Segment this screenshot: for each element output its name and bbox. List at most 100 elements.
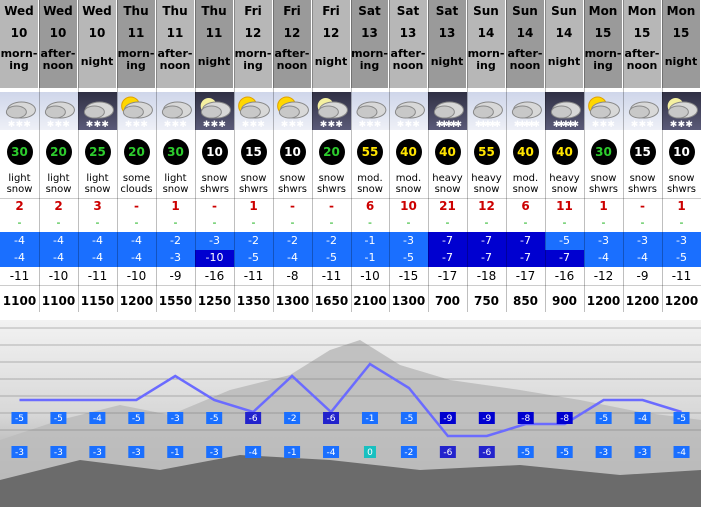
weather-summary: snow shwrs: [623, 170, 662, 198]
moon-snow-icon: ✱ ✱ ✱: [312, 92, 351, 130]
freezing-level-cell: 700: [428, 285, 467, 317]
column-divider: [623, 0, 624, 312]
max-temp-cell: -4: [117, 232, 156, 250]
date-label: 15: [594, 26, 612, 40]
svg-text:✱: ✱: [133, 120, 141, 130]
wind-chill-cell: -10: [126, 269, 147, 283]
wind-speed-badge: 30: [162, 139, 189, 165]
header-tod-cell: morn-ing: [351, 42, 389, 88]
svg-text:✱: ✱: [335, 120, 343, 130]
svg-text:✱: ✱: [101, 120, 109, 130]
wind-chill-cell: -11: [243, 269, 264, 283]
summary-line: shwrs: [666, 184, 697, 195]
summary-line: snow: [84, 184, 111, 195]
max-temp-label: -5: [677, 414, 686, 424]
min-temp-cell: -5: [389, 250, 428, 267]
max-temp-label: -8: [521, 414, 530, 424]
moon-snow-icon: ✱ ✱ ✱: [662, 92, 701, 130]
day-label: Sat: [435, 4, 459, 18]
min-temp-label: -2: [404, 448, 413, 458]
min-temp-label: -3: [93, 448, 102, 458]
snowfall-cell: 1: [156, 198, 195, 216]
column-divider: [467, 0, 468, 312]
svg-text:✱: ✱: [412, 120, 420, 130]
time-of-day-label: ing: [126, 59, 146, 72]
svg-text:✱: ✱: [366, 120, 374, 130]
column-divider: [117, 0, 118, 312]
time-of-day-label: noon: [276, 59, 308, 72]
header-day-cell: Mon: [584, 0, 623, 22]
max-temp-cell: -3: [195, 232, 234, 250]
sun-cloud-icon: ✱ ✱ ✱: [117, 92, 156, 130]
max-temp-label: -4: [638, 414, 647, 424]
summary-line: snow: [512, 184, 539, 195]
min-temp-label: -3: [54, 448, 63, 458]
svg-text:✱: ✱: [572, 120, 580, 130]
freezing-level-cell: 1550: [156, 285, 195, 317]
svg-text:✱: ✱: [218, 120, 226, 130]
wind-cell: 20: [312, 134, 351, 170]
column-divider: [584, 0, 585, 312]
column-divider: [195, 0, 196, 312]
header-day-cell: Mon: [662, 0, 701, 22]
min-temp-label: -4: [249, 448, 258, 458]
freezing-level-cell: 1100: [0, 285, 39, 317]
snow-cloud-icon: ✱ ✱ ✱: [389, 92, 428, 130]
wind-speed-badge: 20: [123, 139, 150, 165]
column-divider: [39, 0, 40, 312]
rain-cell: -: [134, 216, 139, 229]
day-label: Fri: [283, 4, 301, 18]
summary-line: light: [47, 173, 70, 184]
column-divider: [662, 0, 663, 312]
svg-text:✱: ✱: [55, 120, 63, 130]
svg-text:✱: ✱: [670, 120, 678, 130]
summary-line: light: [8, 173, 31, 184]
column-divider: [78, 0, 79, 312]
min-temp-cell: -4: [584, 250, 623, 267]
header-day-cell: Thu: [195, 0, 234, 22]
header-date-cell: 12: [312, 22, 351, 42]
svg-text:✱: ✱: [86, 120, 94, 130]
min-temp-cell: -4: [623, 250, 662, 267]
snowfall-cell: 21: [428, 198, 467, 216]
wind-cell: 30: [0, 134, 39, 170]
header-day-cell: Wed: [78, 0, 117, 22]
header-date-cell: 15: [623, 22, 662, 42]
header-tod-cell: night: [312, 42, 351, 88]
summary-line: shwrs: [316, 184, 347, 195]
wind-chill-cell: -11: [87, 269, 108, 283]
max-temp-label: -9: [482, 414, 491, 424]
wind-speed-badge: 40: [434, 139, 461, 165]
weather-summary: light snow: [78, 170, 117, 198]
max-temp-cell: -5: [545, 232, 584, 250]
wind-speed-badge: 15: [240, 139, 267, 165]
freezing-level-cell: 1300: [273, 285, 312, 317]
date-label: 12: [322, 26, 340, 40]
rain-cell: -: [173, 216, 178, 229]
svg-text:✱: ✱: [639, 120, 647, 130]
snowfall-cell: 1: [234, 198, 273, 216]
date-label: 10: [10, 26, 28, 40]
snowfall-cell: -: [195, 198, 234, 216]
wind-chill-cell: -16: [554, 269, 575, 283]
wind-speed-badge: 15: [629, 139, 656, 165]
rain-cell: -: [290, 216, 295, 229]
heavy-snow-icon: ✱ ✱ ✱ ✱ ✱: [545, 92, 584, 130]
time-of-day-label: ing: [9, 59, 29, 72]
header-tod-cell: morn-ing: [584, 42, 623, 88]
wind-chill-cell: -12: [593, 269, 614, 283]
date-label: 13: [361, 26, 378, 40]
min-temp-label: -3: [15, 448, 24, 458]
snowfall-cell: 2: [0, 198, 39, 216]
max-temp-label: -8: [560, 414, 569, 424]
svg-text:✱: ✱: [592, 120, 600, 130]
wind-chill-cell: -9: [636, 269, 649, 283]
day-label: Wed: [43, 4, 73, 18]
min-temp-cell: -7: [467, 250, 506, 267]
wind-speed-badge: 10: [201, 139, 228, 165]
svg-text:✱: ✱: [405, 120, 413, 130]
min-temp-label: -5: [560, 448, 569, 458]
summary-line: snow: [45, 184, 72, 195]
freezing-level-cell: 1300: [389, 285, 428, 317]
max-temp-cell: -2: [273, 232, 312, 250]
